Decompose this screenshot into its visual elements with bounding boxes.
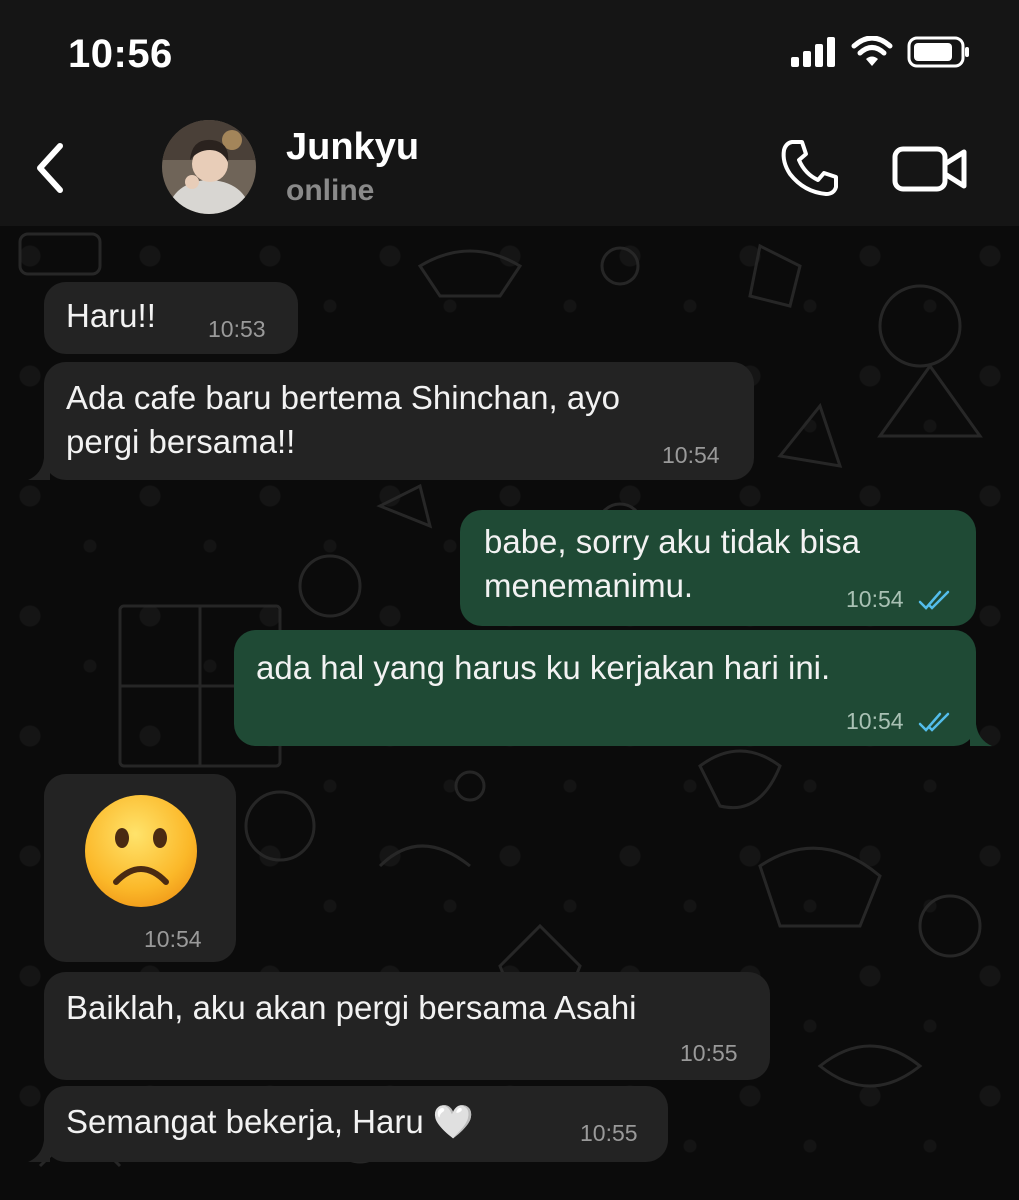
message-time: 10:55: [580, 1120, 638, 1146]
message-text: Baiklah, aku akan pergi bersama Asahi: [66, 989, 637, 1026]
message-text: ada hal yang harus ku kerjakan hari ini.: [256, 649, 831, 686]
bubble-tail: [28, 1140, 50, 1162]
message-text: Haru!!: [66, 297, 156, 334]
phone-icon: [781, 140, 838, 196]
status-icons: [791, 36, 971, 68]
status-time: 10:56: [68, 32, 173, 76]
back-button[interactable]: [20, 138, 80, 198]
chat-header: Junkyu online: [0, 110, 1019, 226]
message-time: 10:55: [680, 1040, 738, 1066]
message-time: 10:54: [662, 442, 720, 468]
message-text: Ada cafe baru bertema Shinchan, ayo: [66, 379, 621, 416]
message-bubble-incoming[interactable]: Semangat bekerja, Haru 🤍 10:55: [44, 1086, 668, 1162]
message-time: 10:54: [846, 586, 904, 612]
message-bubble-incoming[interactable]: Haru!! 10:53: [44, 282, 298, 354]
message-text: pergi bersama!!: [66, 423, 296, 460]
double-check-icon: [918, 712, 950, 732]
frowning-face-emoji: [85, 795, 197, 907]
contact-status: online: [286, 174, 375, 207]
bubble-tail: [970, 724, 992, 746]
bubble-tail: [28, 458, 50, 480]
message-time: 10:54: [144, 926, 202, 952]
status-bar: 10:56: [0, 0, 1019, 110]
message-bubble-incoming[interactable]: Ada cafe baru bertema Shinchan, ayo perg…: [44, 362, 754, 480]
chat-area[interactable]: Haru!! 10:53 Ada cafe baru bertema Shinc…: [0, 226, 1019, 1200]
message-text: babe, sorry aku tidak bisa: [484, 523, 861, 560]
message-bubble-outgoing[interactable]: ada hal yang harus ku kerjakan hari ini.…: [234, 630, 976, 746]
battery-icon: [907, 36, 969, 68]
double-check-icon: [918, 590, 950, 610]
contact-avatar[interactable]: [162, 120, 256, 214]
message-bubble-incoming[interactable]: Baiklah, aku akan pergi bersama Asahi 10…: [44, 972, 770, 1080]
wifi-icon: [851, 36, 893, 66]
video-call-button[interactable]: [892, 144, 968, 194]
message-time: 10:53: [208, 316, 266, 342]
signal-icon: [791, 37, 835, 67]
message-text: menemanimu.: [484, 567, 694, 604]
back-chevron-icon: [37, 143, 63, 193]
contact-name[interactable]: Junkyu: [286, 126, 419, 169]
message-text: Semangat bekerja, Haru 🤍: [66, 1103, 474, 1140]
message-bubble-emoji[interactable]: 10:54: [44, 774, 236, 962]
message-bubble-outgoing[interactable]: babe, sorry aku tidak bisa menemanimu. 1…: [460, 510, 976, 626]
video-camera-icon: [892, 146, 967, 192]
message-time: 10:54: [846, 708, 904, 734]
voice-call-button[interactable]: [778, 136, 842, 200]
